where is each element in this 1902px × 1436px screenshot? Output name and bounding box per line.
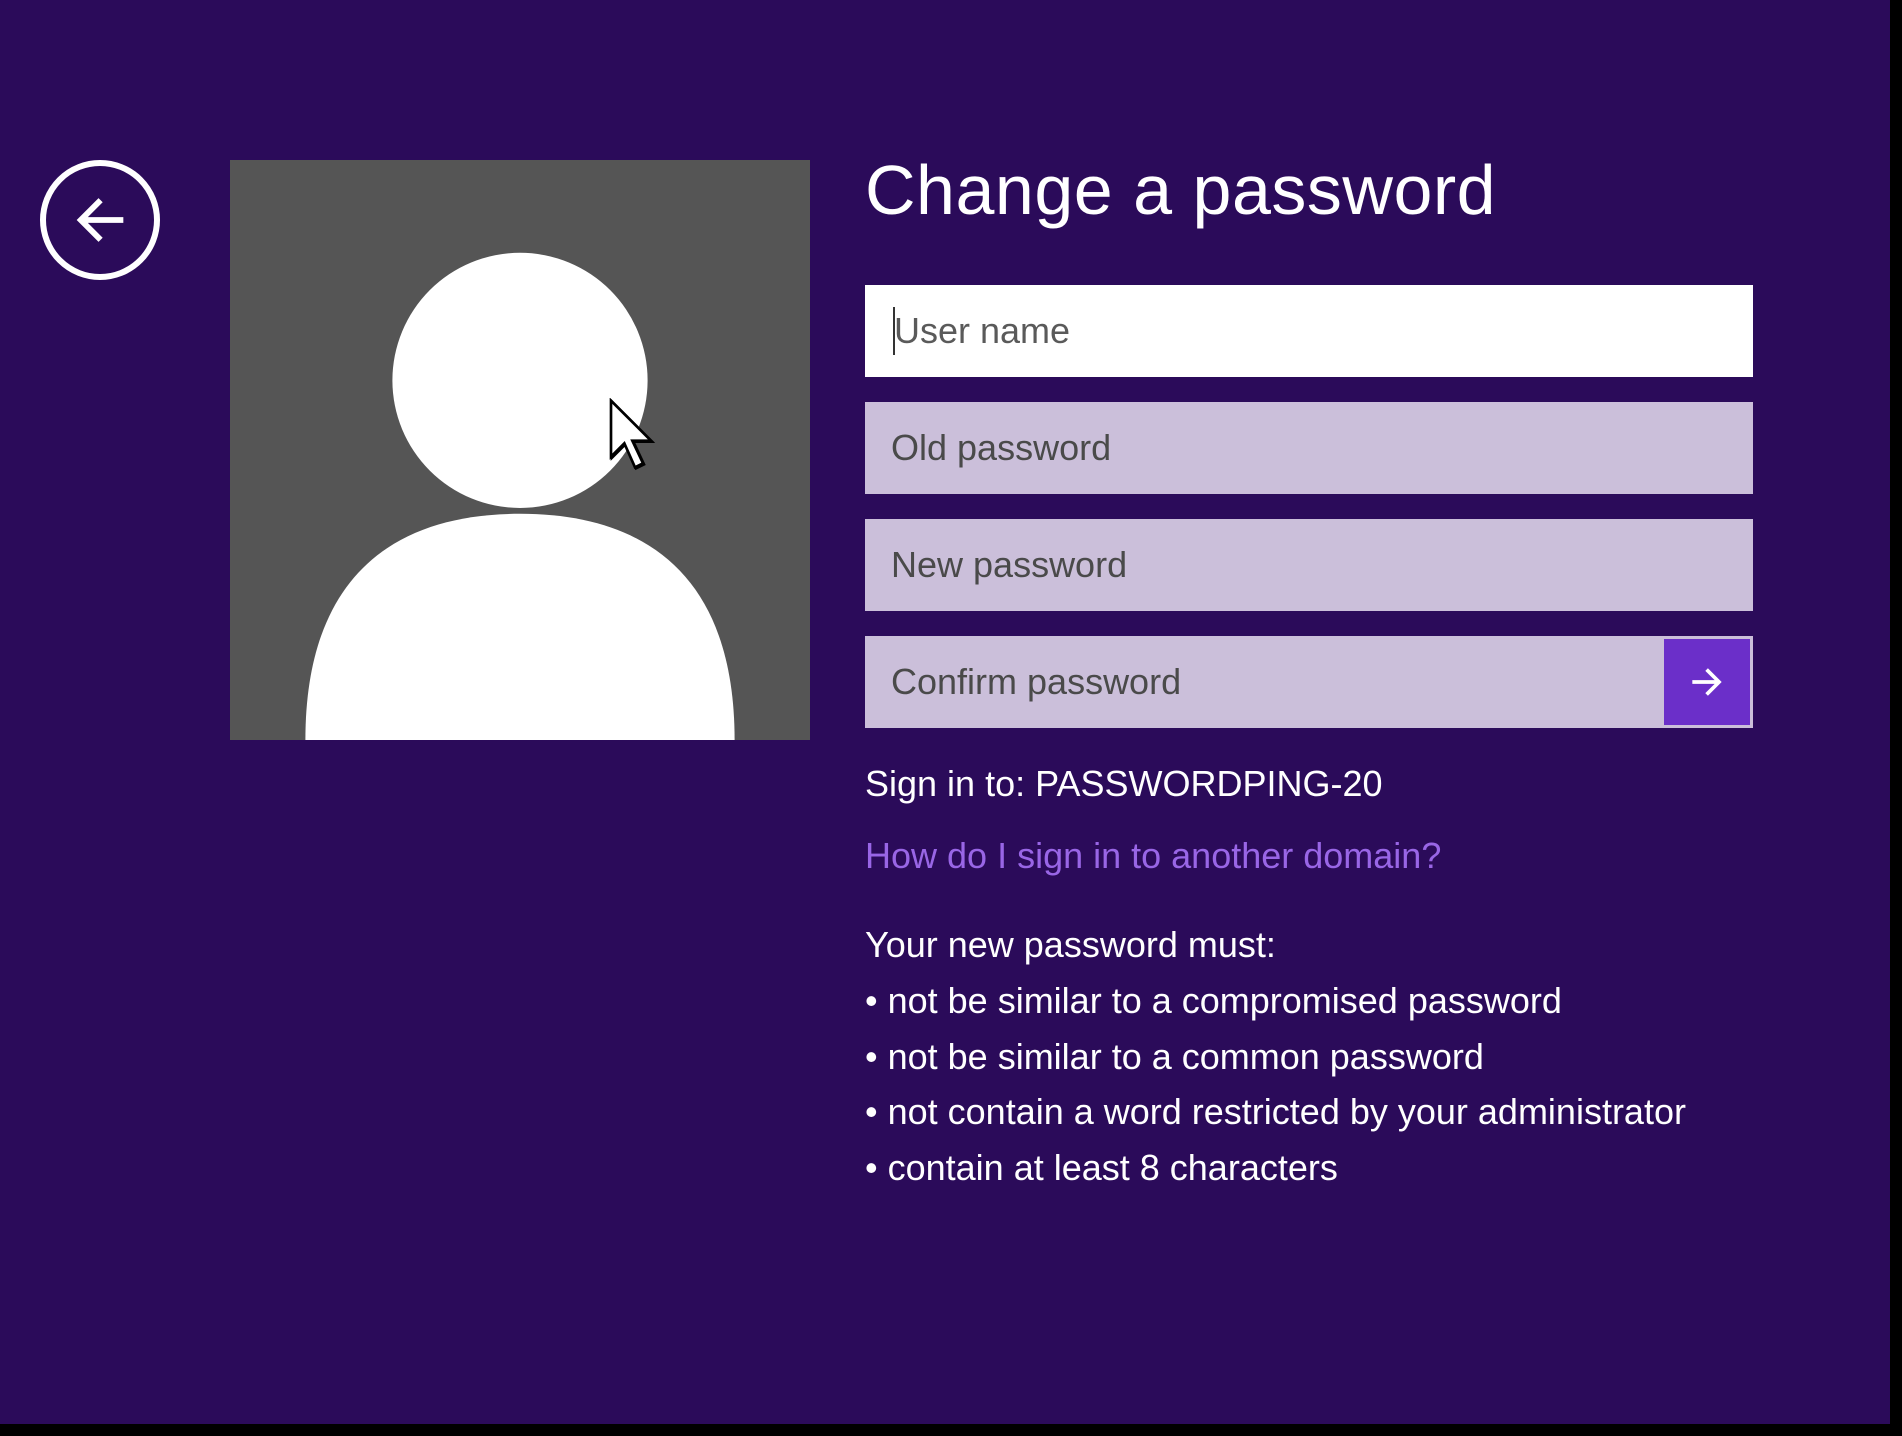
requirement-item: • not contain a word restricted by your … <box>865 1084 1745 1140</box>
arrow-left-icon <box>65 185 135 255</box>
sign-in-prefix: Sign in to: <box>865 763 1035 804</box>
old-password-input[interactable] <box>865 402 1753 494</box>
new-password-input[interactable] <box>865 519 1753 611</box>
sign-in-domain: Sign in to: PASSWORDPING-20 <box>865 763 1765 805</box>
requirement-item: • contain at least 8 characters <box>865 1140 1745 1196</box>
help-link[interactable]: How do I sign in to another domain? <box>865 835 1765 877</box>
confirm-password-input[interactable] <box>865 636 1753 728</box>
form-area: Change a password Sign in to: PASSWORDPI… <box>865 150 1765 1196</box>
requirement-item: • not be similar to a compromised passwo… <box>865 973 1745 1029</box>
arrow-right-icon <box>1685 660 1729 704</box>
change-password-screen: Change a password Sign in to: PASSWORDPI… <box>0 0 1890 1424</box>
password-requirements: Your new password must: • not be similar… <box>865 917 1745 1196</box>
page-title: Change a password <box>865 150 1765 230</box>
user-avatar <box>230 160 810 740</box>
text-caret <box>893 307 895 355</box>
back-button[interactable] <box>40 160 160 280</box>
confirm-password-row <box>865 636 1753 728</box>
new-password-row <box>865 519 1765 611</box>
old-password-row <box>865 402 1765 494</box>
submit-button[interactable] <box>1664 639 1750 725</box>
requirements-intro: Your new password must: <box>865 917 1745 973</box>
username-input[interactable] <box>865 285 1753 377</box>
user-icon <box>230 160 810 740</box>
requirement-item: • not be similar to a common password <box>865 1029 1745 1085</box>
sign-in-domain-value: PASSWORDPING-20 <box>1035 763 1382 804</box>
username-row <box>865 285 1765 377</box>
